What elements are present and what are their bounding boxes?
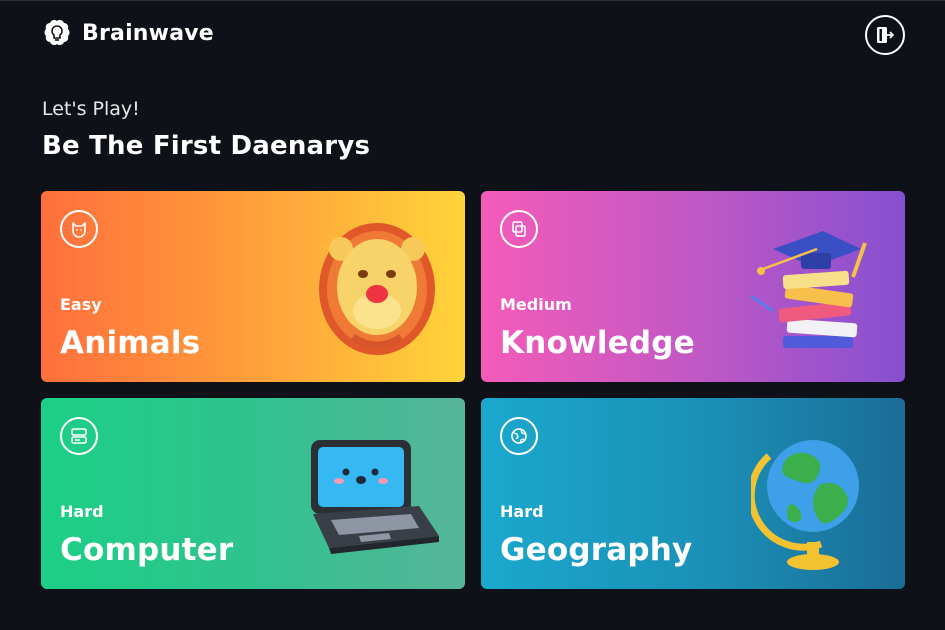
server-icon [60, 417, 98, 455]
difficulty-label: Easy [60, 295, 102, 314]
cat-icon [60, 210, 98, 248]
app-name: Brainwave [82, 20, 214, 46]
category-card-knowledge[interactable]: Medium Knowledge [481, 191, 905, 382]
books-illustration [750, 231, 867, 348]
globe-icon [500, 417, 538, 455]
category-card-geography[interactable]: Hard Geography [481, 398, 905, 589]
difficulty-label: Hard [60, 502, 104, 521]
category-title: Knowledge [500, 325, 695, 361]
greeting-text: Let's Play! [42, 98, 140, 120]
difficulty-label: Medium [500, 295, 572, 314]
category-card-animals[interactable]: Easy Animals [41, 191, 465, 382]
category-title: Geography [500, 532, 693, 568]
page-title: Be The First Daenarys [42, 131, 371, 161]
globe-illustration [751, 440, 859, 570]
laptop-illustration [311, 440, 439, 554]
lion-illustration [319, 223, 435, 355]
brand[interactable]: Brainwave [41, 17, 214, 49]
logout-door-icon [877, 27, 894, 43]
category-title: Computer [60, 532, 234, 568]
logout-button[interactable] [865, 15, 905, 55]
category-card-computer[interactable]: Hard Computer [41, 398, 465, 589]
brain-bulb-icon [44, 19, 70, 46]
app-window: Brainwave Let's Play! Be The First Daena… [0, 0, 945, 630]
category-title: Animals [60, 325, 201, 361]
difficulty-label: Hard [500, 502, 544, 521]
copy-icon [500, 210, 538, 248]
